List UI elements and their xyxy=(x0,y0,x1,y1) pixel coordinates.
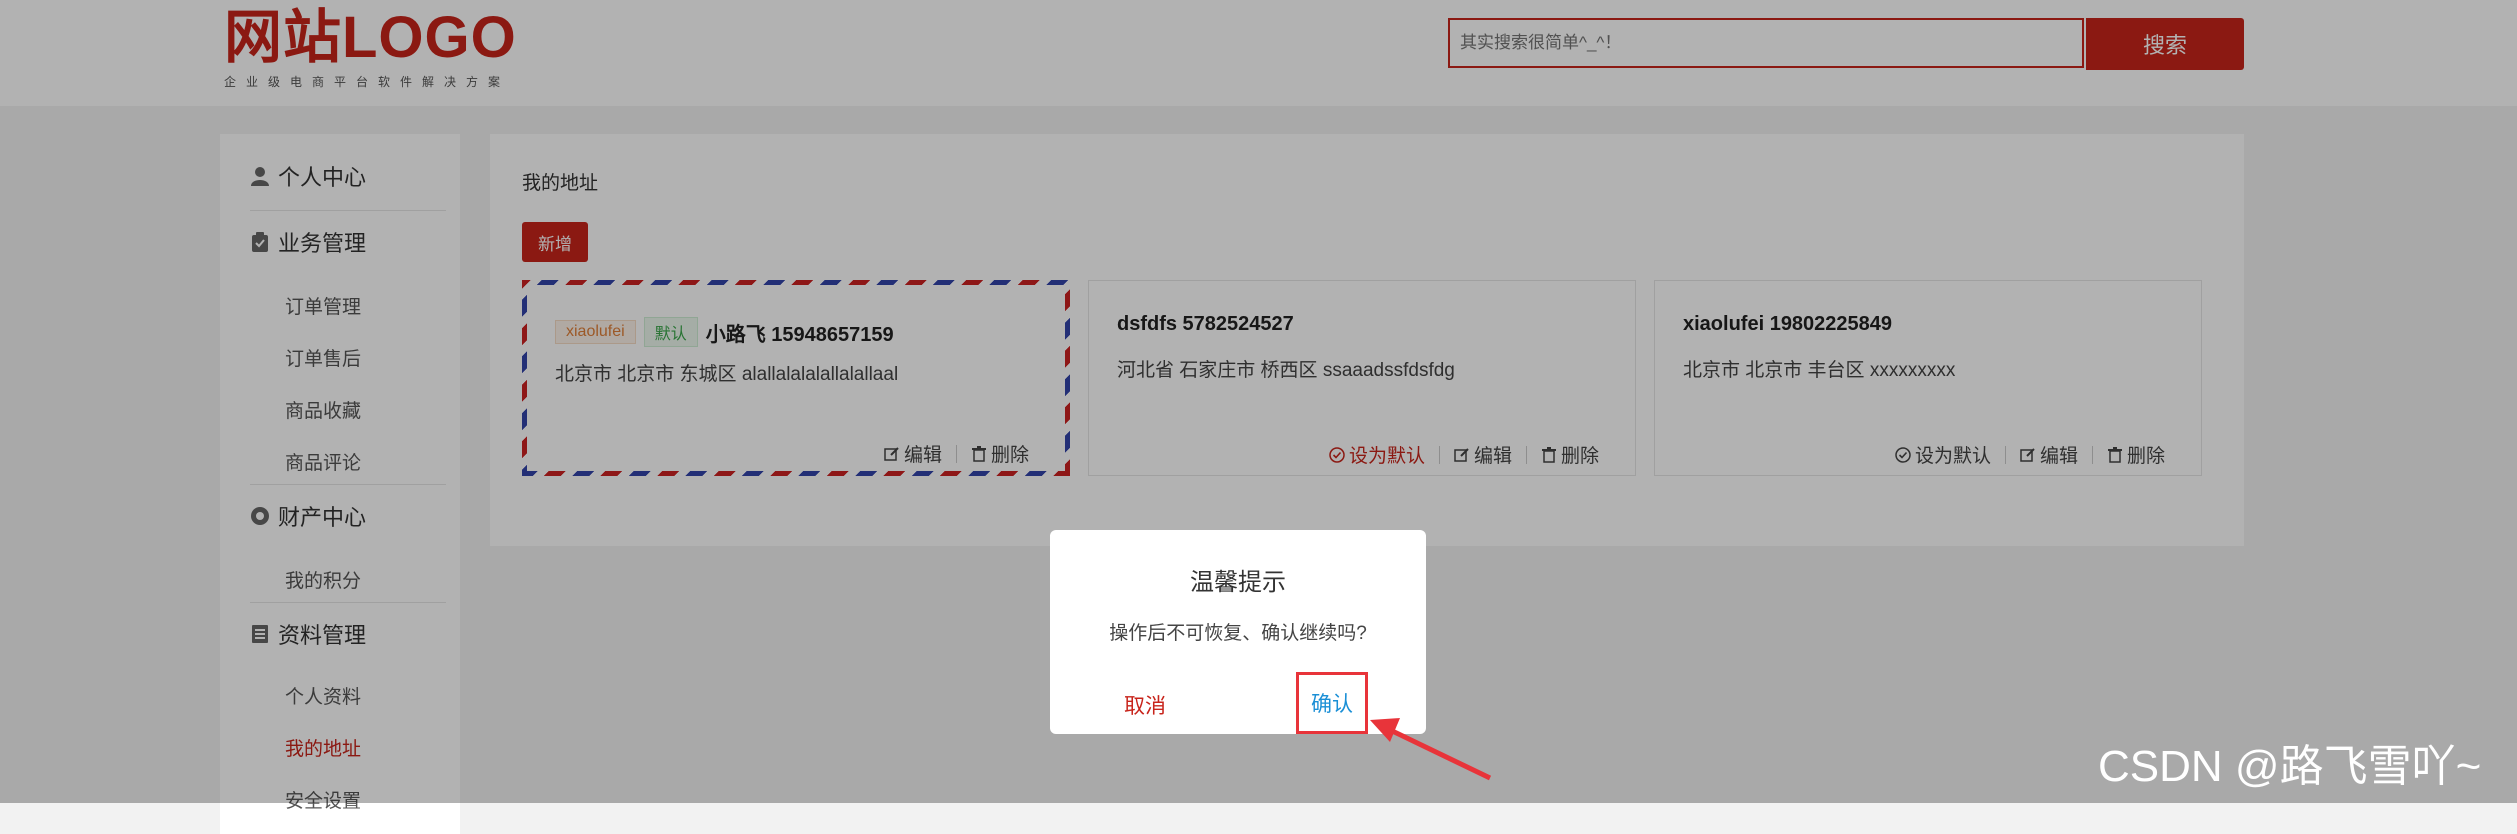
watermark: CSDN @路飞雪吖~ xyxy=(2098,742,2482,791)
confirm-dialog: 温馨提示 操作后不可恢复、确认继续吗? 取消 确认 xyxy=(1050,530,1426,734)
dialog-message: 操作后不可恢复、确认继续吗? xyxy=(1109,623,1367,644)
confirm-button[interactable]: 确认 xyxy=(1296,672,1368,734)
cancel-button[interactable]: 取消 xyxy=(1124,690,1166,720)
annotation-arrow-icon xyxy=(1370,718,1492,781)
dialog-title: 温馨提示 xyxy=(1190,569,1286,596)
